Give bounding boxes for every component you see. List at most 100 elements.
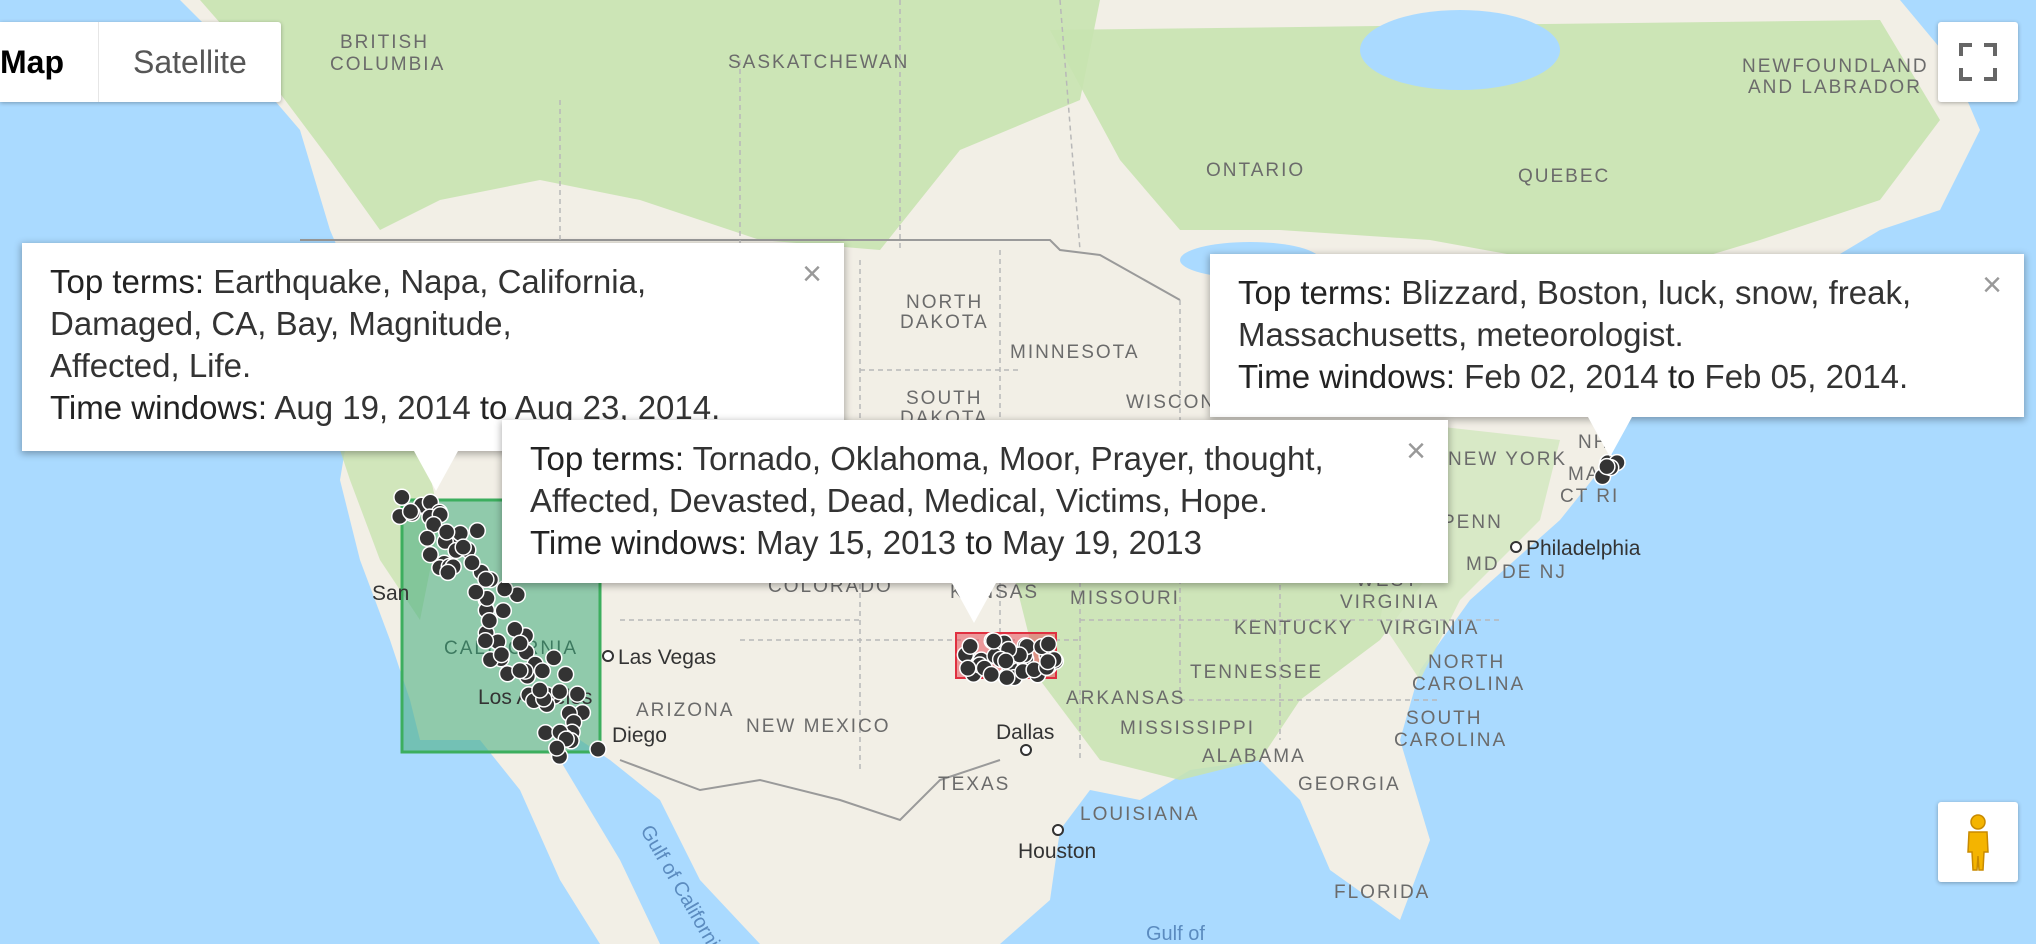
info-window-tail xyxy=(952,583,996,623)
label-georgia: GEORGIA xyxy=(1298,774,1401,795)
event-marker[interactable] xyxy=(959,659,977,677)
label-arkansas: ARKANSAS xyxy=(1066,688,1185,709)
event-marker[interactable] xyxy=(982,665,1001,684)
info-terms-2: Affected, Devasted, Dead, Medical, Victi… xyxy=(530,482,1268,519)
label-florida: FLORIDA xyxy=(1334,882,1430,903)
fullscreen-button[interactable] xyxy=(1938,22,2018,102)
event-marker[interactable] xyxy=(418,529,436,548)
close-icon[interactable]: × xyxy=(1982,268,2002,302)
event-marker[interactable] xyxy=(454,538,472,556)
label-tennessee: TENNESSEE xyxy=(1190,662,1323,683)
event-marker[interactable] xyxy=(511,634,529,652)
time-label: Time windows: xyxy=(50,389,267,426)
event-marker[interactable] xyxy=(480,611,499,630)
label-new-york: NEW YORK xyxy=(1448,449,1567,470)
label-north-dakota-2: DAKOTA xyxy=(900,312,989,333)
event-marker[interactable] xyxy=(998,668,1016,687)
label-newfoundland: NEWFOUNDLAND xyxy=(1742,56,1929,77)
info-window-blizzard: × Top terms: Blizzard, Boston, luck, sno… xyxy=(1210,254,2024,457)
event-marker[interactable] xyxy=(1039,635,1058,653)
terms-line: Blizzard, Boston, luck, snow, freak, xyxy=(1401,274,1912,311)
event-marker[interactable] xyxy=(393,488,411,507)
label-dallas: Dallas xyxy=(996,721,1054,744)
event-marker[interactable] xyxy=(536,723,555,742)
label-louisiana: LOUISIANA xyxy=(1080,804,1199,825)
label-mississippi: MISSISSIPPI xyxy=(1120,718,1255,739)
label-arizona: ARIZONA xyxy=(636,700,734,721)
event-marker[interactable] xyxy=(1039,652,1057,671)
label-south-carolina: SOUTH xyxy=(1406,708,1483,729)
map-type-satellite-button[interactable]: Satellite xyxy=(99,22,281,102)
time-to: to xyxy=(965,524,993,561)
event-marker[interactable] xyxy=(439,563,457,582)
event-marker[interactable] xyxy=(533,662,552,680)
info-terms: Top terms: Earthquake, Napa, California, xyxy=(50,261,816,303)
time-label: Time windows: xyxy=(1238,358,1455,395)
event-marker[interactable] xyxy=(495,580,514,598)
label-north-carolina: NORTH xyxy=(1428,652,1505,673)
event-marker[interactable] xyxy=(494,601,513,620)
label-de-nj: DE NJ xyxy=(1502,562,1567,583)
terms-line: Earthquake, Napa, California, xyxy=(213,263,647,300)
event-marker[interactable] xyxy=(511,661,529,680)
label-las-vegas: Las Vegas xyxy=(618,646,716,669)
event-marker[interactable] xyxy=(468,521,487,540)
label-philadelphia: Philadelphia xyxy=(1526,537,1641,560)
event-marker[interactable] xyxy=(531,681,549,699)
event-marker[interactable] xyxy=(997,652,1015,670)
label-san-francisco: San xyxy=(372,582,409,605)
label-kentucky: KENTUCKY xyxy=(1234,618,1353,639)
label-british-columbia: BRITISH xyxy=(340,32,429,53)
info-window-tail xyxy=(414,451,458,491)
event-marker[interactable] xyxy=(401,502,420,521)
info-time: Time windows: Feb 02, 2014 to Feb 05, 20… xyxy=(1238,356,1996,398)
event-marker[interactable] xyxy=(550,682,569,701)
label-south-carolina-2: CAROLINA xyxy=(1394,730,1507,751)
event-marker[interactable] xyxy=(437,523,456,541)
map-type-map-button[interactable]: Map xyxy=(0,22,99,102)
info-terms-2: Damaged, CA, Bay, Magnitude, xyxy=(50,305,512,342)
event-marker[interactable] xyxy=(556,665,575,684)
label-west-virginia-2: VIRGINIA xyxy=(1340,592,1439,613)
event-marker[interactable] xyxy=(548,739,566,757)
info-terms-2: Massachusetts, meteorologist. xyxy=(1238,316,1684,353)
info-window-tornado: × Top terms: Tornado, Oklahoma, Moor, Pr… xyxy=(502,420,1448,623)
time-to: to xyxy=(1667,358,1696,395)
event-marker[interactable] xyxy=(984,632,1003,650)
label-new-mexico: NEW MEXICO xyxy=(746,716,891,737)
event-marker[interactable] xyxy=(589,740,607,758)
time-label: Time windows: xyxy=(530,524,747,561)
label-missouri: MISSOURI xyxy=(1070,588,1180,609)
label-north-carolina-2: CAROLINA xyxy=(1412,674,1525,695)
label-houston: Houston xyxy=(1018,840,1096,863)
event-marker[interactable] xyxy=(545,649,563,667)
event-marker[interactable] xyxy=(476,632,495,650)
label-md: MD xyxy=(1466,554,1500,575)
time-start: May 15, 2013 xyxy=(756,524,957,561)
label-british-columbia-2: COLUMBIA xyxy=(330,54,445,75)
event-marker[interactable] xyxy=(568,685,587,703)
street-view-button[interactable] xyxy=(1938,802,2018,882)
label-saskatchewan: SASKATCHEWAN xyxy=(728,52,909,73)
event-marker[interactable] xyxy=(961,637,979,655)
label-san-diego: Diego xyxy=(612,724,667,747)
event-marker[interactable] xyxy=(492,645,511,664)
event-marker[interactable] xyxy=(467,583,485,601)
label-south-dakota: SOUTH xyxy=(906,388,983,409)
event-marker[interactable] xyxy=(463,553,481,572)
pegman-icon xyxy=(1967,814,1989,871)
close-icon[interactable]: × xyxy=(1406,434,1426,468)
close-icon[interactable]: × xyxy=(802,257,822,291)
map-type-control: Map Satellite xyxy=(0,22,281,102)
label-newfoundland-2: AND LABRADOR xyxy=(1748,77,1922,98)
event-marker[interactable] xyxy=(1598,457,1616,476)
terms-label: Top terms: xyxy=(50,263,205,300)
terms-label: Top terms: xyxy=(530,440,685,477)
label-penn: PENN xyxy=(1442,512,1503,533)
label-ct-ri: CT RI xyxy=(1560,486,1619,507)
label-texas: TEXAS xyxy=(938,774,1010,795)
info-terms-3: Affected, Life. xyxy=(50,347,252,384)
fullscreen-icon xyxy=(1959,43,1997,81)
label-minnesota: MINNESOTA xyxy=(1010,342,1140,363)
label-north-dakota: NORTH xyxy=(906,292,983,313)
